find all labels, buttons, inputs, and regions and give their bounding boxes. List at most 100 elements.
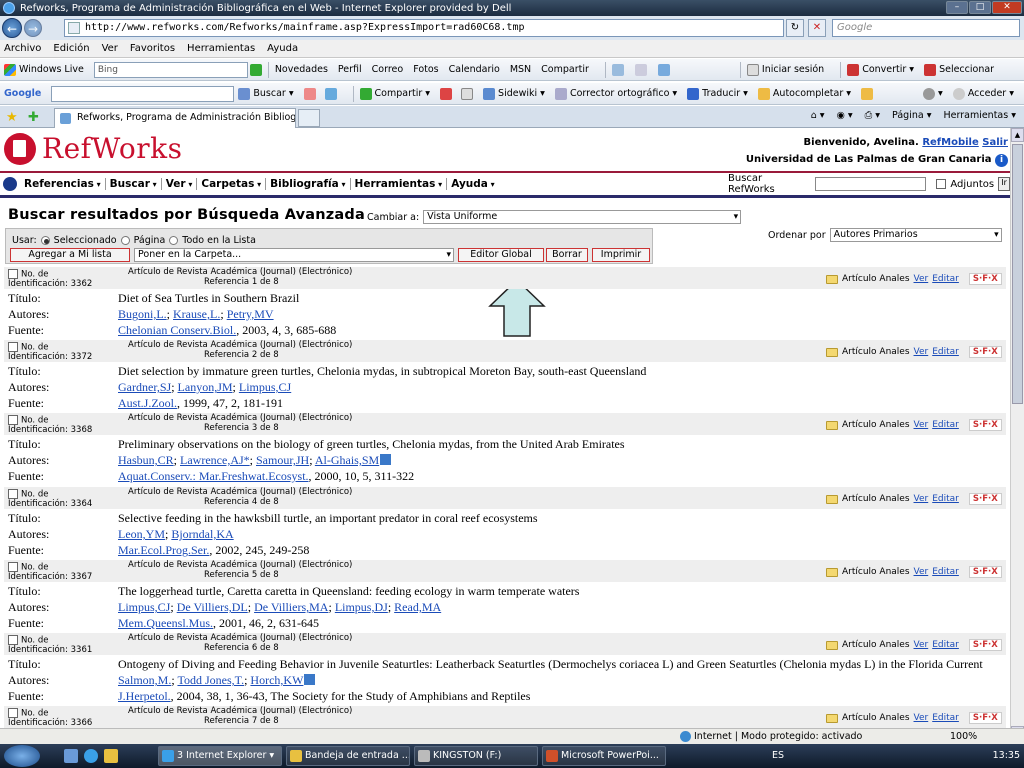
- sfx-button[interactable]: S·F·X: [968, 273, 1002, 285]
- link-calendario[interactable]: Calendario: [449, 64, 500, 75]
- editor-global-button[interactable]: Editor Global: [458, 248, 544, 262]
- vertical-scrollbar[interactable]: ▲ ▼: [1010, 128, 1024, 740]
- settings-icon[interactable]: ▾: [923, 87, 943, 100]
- adjuntos-checkbox[interactable]: [936, 179, 947, 189]
- source-link[interactable]: Aust.J.Zool.: [118, 396, 177, 410]
- editar-link[interactable]: Editar: [932, 640, 959, 650]
- author-link[interactable]: Al-Ghais,SM: [315, 453, 379, 467]
- people-icon[interactable]: [657, 63, 670, 76]
- task-bandeja[interactable]: Bandeja de entrada ...: [286, 746, 410, 766]
- corrector-button[interactable]: Corrector ortográfico ▾: [554, 87, 677, 100]
- salir-link[interactable]: Salir: [982, 137, 1008, 148]
- messenger-icon[interactable]: [611, 63, 624, 76]
- editar-link[interactable]: Editar: [932, 713, 959, 723]
- add-favorites-icon[interactable]: ✚: [28, 110, 39, 125]
- ver-link[interactable]: Ver: [914, 713, 929, 723]
- record-checkbox[interactable]: [8, 635, 18, 645]
- scroll-thumb[interactable]: [1012, 144, 1023, 404]
- ie-quicklaunch-icon[interactable]: [84, 749, 98, 763]
- ver-link[interactable]: Ver: [914, 347, 929, 357]
- google-buscar-button[interactable]: Buscar ▾: [238, 87, 294, 100]
- task-powerpoint[interactable]: Microsoft PowerPoi...: [542, 746, 666, 766]
- zoom-level[interactable]: 100%: [950, 731, 977, 742]
- author-link[interactable]: Petry,MV: [227, 307, 274, 321]
- record-checkbox[interactable]: [8, 342, 18, 352]
- ver-link[interactable]: Ver: [914, 567, 929, 577]
- close-window-button[interactable]: ✕: [992, 1, 1022, 14]
- ver-link[interactable]: Ver: [914, 420, 929, 430]
- plus-icon[interactable]: [324, 87, 337, 100]
- menu-ayuda-app[interactable]: Ayuda: [447, 178, 499, 190]
- author-link[interactable]: Lawrence,AJ*: [180, 453, 250, 467]
- sfx-button[interactable]: S·F·X: [968, 493, 1002, 505]
- radio-todo[interactable]: [169, 236, 179, 245]
- home-icon[interactable]: ⌂ ▾: [811, 110, 825, 121]
- language-indicator[interactable]: ES: [772, 750, 784, 761]
- editar-link[interactable]: Editar: [932, 494, 959, 504]
- author-link[interactable]: Gardner,SJ: [118, 380, 171, 394]
- link-msn[interactable]: MSN: [510, 64, 531, 75]
- carpeta-select[interactable]: Poner en la Carpeta...: [134, 248, 454, 262]
- record-checkbox[interactable]: [8, 708, 18, 718]
- external-link-icon[interactable]: [380, 454, 392, 465]
- mail-icon[interactable]: [634, 63, 647, 76]
- sidewiki-button[interactable]: Sidewiki ▾: [483, 87, 545, 100]
- task-internet-explorer[interactable]: 3 Internet Explorer ▾: [158, 746, 282, 766]
- minimize-button[interactable]: –: [946, 1, 968, 14]
- start-button[interactable]: [4, 745, 40, 767]
- refworks-logo[interactable]: RefWorks: [4, 132, 182, 165]
- bing-search-input[interactable]: Bing: [93, 61, 248, 78]
- refresh-button[interactable]: ↻: [786, 19, 804, 37]
- external-link-icon[interactable]: [304, 674, 316, 685]
- sfx-button[interactable]: S·F·X: [968, 566, 1002, 578]
- author-link[interactable]: Hasbun,CR: [118, 453, 174, 467]
- source-link[interactable]: Mar.Ecol.Prog.Ser.: [118, 543, 209, 557]
- refworks-search-input[interactable]: [815, 177, 927, 191]
- borrar-button[interactable]: Borrar: [546, 248, 588, 262]
- windows-live-button[interactable]: Windows Live: [4, 63, 84, 76]
- ver-link[interactable]: Ver: [914, 494, 929, 504]
- pencil-icon[interactable]: [861, 87, 874, 100]
- favorites-star-icon[interactable]: ★: [6, 110, 18, 125]
- stop-button[interactable]: ✕: [808, 19, 826, 37]
- ordenar-select[interactable]: Autores Primarios: [829, 228, 1002, 242]
- author-link[interactable]: Krause,L.: [173, 307, 220, 321]
- author-link[interactable]: Lanyon,JM: [178, 380, 233, 394]
- scroll-up-icon[interactable]: ▲: [1011, 128, 1024, 142]
- author-link[interactable]: Limpus,CJ: [118, 600, 170, 614]
- author-link[interactable]: Limpus,CJ: [239, 380, 291, 394]
- menu-favoritos[interactable]: Favoritos: [130, 43, 175, 54]
- menu-ver[interactable]: Ver: [102, 43, 118, 54]
- refmobile-link[interactable]: RefMobile: [922, 137, 978, 148]
- author-link[interactable]: Bugoni,L.: [118, 307, 167, 321]
- ver-link[interactable]: Ver: [914, 640, 929, 650]
- bookmark-icon[interactable]: [303, 87, 316, 100]
- google-search-input[interactable]: Google: [832, 19, 1020, 37]
- menu-herramientas[interactable]: Herramientas: [187, 43, 255, 54]
- imprimir-button[interactable]: Imprimir: [592, 248, 650, 262]
- editar-link[interactable]: Editar: [932, 274, 959, 284]
- sfx-button[interactable]: S·F·X: [968, 419, 1002, 431]
- show-desktop-icon[interactable]: [64, 749, 78, 763]
- menu-archivo[interactable]: Archivo: [4, 43, 41, 54]
- search-go-icon[interactable]: Ir: [998, 177, 1010, 191]
- author-link[interactable]: Todd Jones,T.: [177, 673, 244, 687]
- address-input[interactable]: http://www.refworks.com/Refworks/mainfra…: [64, 19, 784, 37]
- link-correo[interactable]: Correo: [372, 64, 404, 75]
- convertir-button[interactable]: Convertir ▾: [847, 63, 914, 76]
- menu-ver-app[interactable]: Ver: [162, 178, 198, 190]
- back-button[interactable]: ←: [2, 18, 22, 38]
- record-checkbox[interactable]: [8, 415, 18, 425]
- menu-carpetas[interactable]: Carpetas: [197, 178, 267, 190]
- menu-edicion[interactable]: Edición: [53, 43, 89, 54]
- view-select[interactable]: Vista Uniforme: [423, 210, 742, 224]
- iniciar-sesion-button[interactable]: Iniciar sesión: [746, 63, 824, 76]
- new-tab-button[interactable]: [298, 109, 320, 127]
- record-checkbox[interactable]: [8, 489, 18, 499]
- editar-link[interactable]: Editar: [932, 420, 959, 430]
- maximize-button[interactable]: □: [969, 1, 991, 14]
- pagina-menu[interactable]: Página ▾: [892, 110, 931, 121]
- google-compartir-button[interactable]: Compartir ▾: [359, 87, 430, 100]
- square-icon[interactable]: [461, 87, 474, 100]
- print-icon[interactable]: ⎙ ▾: [865, 110, 880, 121]
